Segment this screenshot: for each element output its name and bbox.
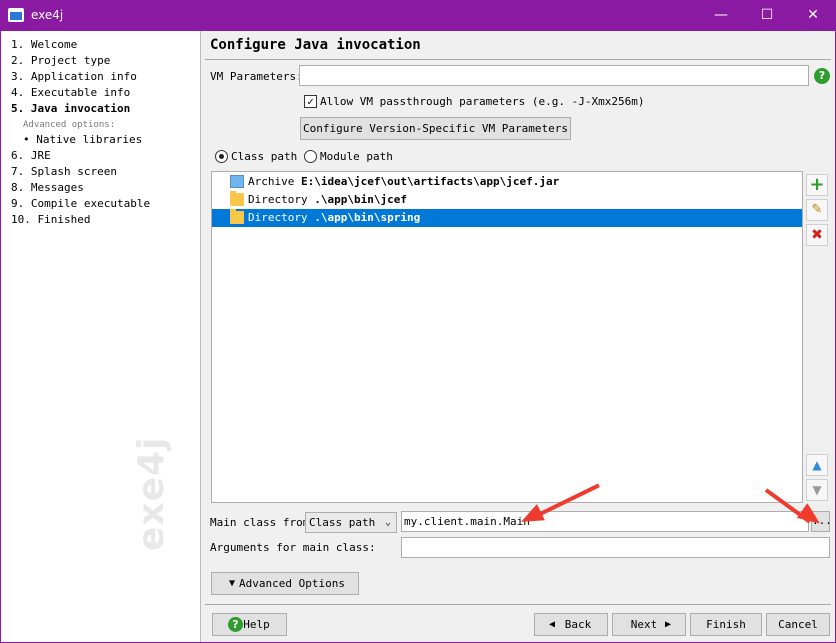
help-button-label: Help [243, 618, 270, 631]
version-specific-vm-button[interactable]: Configure Version-Specific VM Parameters [300, 117, 571, 140]
arguments-label: Arguments for main class: [210, 541, 376, 554]
back-button[interactable]: ◀ Back [534, 613, 608, 636]
maximize-button[interactable]: ☐ [744, 0, 790, 31]
finish-button[interactable]: Finish [690, 613, 762, 636]
page-title: Configure Java invocation [210, 37, 421, 53]
next-button[interactable]: Next ▶ [612, 613, 686, 636]
list-item[interactable]: Directory .\app\bin\jcef [212, 191, 802, 209]
main-class-source-value: Class path [309, 516, 376, 529]
step-finished[interactable]: 10. Finished [11, 212, 150, 228]
advanced-options-button[interactable]: ▼ Advanced Options [211, 572, 359, 595]
advanced-options-label: Advanced Options [239, 577, 345, 590]
list-item[interactable]: Archive E:\idea\jcef\out\artifacts\app\j… [212, 173, 802, 191]
main-class-label: Main class from [210, 516, 310, 529]
entry-path: .\app\bin\spring [314, 211, 421, 224]
entry-type: Directory [248, 211, 308, 224]
step-welcome[interactable]: 1. Welcome [11, 37, 150, 53]
step-jre[interactable]: 6. JRE [11, 148, 150, 164]
list-item-selected[interactable]: Directory .\app\bin\spring [212, 209, 802, 227]
class-path-radio[interactable] [215, 150, 228, 163]
close-button[interactable]: ✕ [790, 0, 836, 31]
help-circle-icon: ? [228, 617, 243, 632]
step-application-info[interactable]: 3. Application info [11, 69, 150, 85]
classpath-list[interactable]: Archive E:\idea\jcef\out\artifacts\app\j… [211, 171, 803, 503]
step-executable-info[interactable]: 4. Executable info [11, 85, 150, 101]
chevron-down-icon: ⌄ [384, 517, 391, 528]
vm-parameters-input[interactable] [299, 65, 809, 86]
class-path-radio-label: Class path [231, 150, 298, 163]
vm-parameters-label: VM Parameters: [210, 70, 303, 83]
folder-icon [230, 209, 244, 224]
triangle-right-icon: ▶ [664, 619, 671, 630]
jar-icon [230, 175, 244, 188]
window-title: exe4j [31, 8, 64, 22]
module-path-radio[interactable] [304, 150, 317, 163]
edit-entry-button[interactable]: ✎ [806, 199, 828, 221]
help-icon[interactable]: ? [814, 68, 830, 84]
triangle-left-icon: ◀ [549, 619, 556, 630]
wizard-sidebar: 1. Welcome 2. Project type 3. Applicatio… [1, 31, 201, 642]
footer-divider [205, 604, 831, 605]
move-down-button[interactable]: ▼ [806, 479, 828, 501]
title-bar: exe4j — ☐ ✕ [0, 0, 836, 31]
entry-path: .\app\bin\jcef [314, 193, 407, 206]
module-path-radio-label: Module path [320, 150, 393, 163]
entry-type: Directory [248, 193, 308, 206]
advanced-options-heading: Advanced options: [23, 120, 116, 130]
passthrough-checkbox[interactable]: ✓ [304, 95, 317, 108]
step-splash-screen[interactable]: 7. Splash screen [11, 164, 150, 180]
step-project-type[interactable]: 2. Project type [11, 53, 150, 69]
back-button-label: Back [564, 618, 592, 631]
minimize-button[interactable]: — [698, 0, 744, 31]
header-divider [205, 59, 831, 60]
remove-entry-button[interactable]: ✖ [806, 224, 828, 246]
step-java-invocation[interactable]: 5. Java invocation [11, 101, 150, 117]
exe4j-app-icon [8, 8, 24, 22]
arguments-input[interactable] [401, 537, 830, 558]
entry-path: E:\idea\jcef\out\artifacts\app\jcef.jar [300, 175, 560, 188]
cancel-button[interactable]: Cancel [766, 613, 830, 636]
step-list: 1. Welcome 2. Project type 3. Applicatio… [11, 37, 150, 228]
step-native-libraries[interactable]: • Native libraries [11, 132, 150, 148]
passthrough-label: Allow VM passthrough parameters (e.g. -J… [320, 95, 645, 108]
next-button-label: Next [630, 618, 658, 631]
folder-icon [230, 191, 244, 206]
main-class-source-select[interactable]: Class path ⌄ [305, 512, 397, 533]
exe4j-watermark-logo: exe4j [131, 436, 172, 551]
main-class-input[interactable]: my.client.main.Main [401, 511, 809, 532]
step-compile-executable[interactable]: 9. Compile executable [11, 196, 150, 212]
step-messages[interactable]: 8. Messages [11, 180, 150, 196]
add-entry-button[interactable]: + [806, 174, 828, 196]
help-button[interactable]: ? Help [212, 613, 287, 636]
triangle-down-icon: ▼ [229, 578, 236, 589]
move-up-button[interactable]: ▲ [806, 454, 828, 476]
entry-type: Archive [248, 175, 295, 188]
